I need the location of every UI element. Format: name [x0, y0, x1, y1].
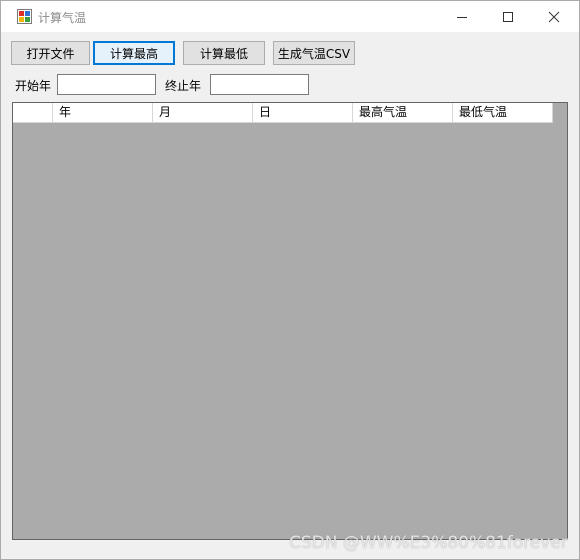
title-bar[interactable]: 计算气温	[1, 1, 579, 32]
start-year-label: 开始年	[15, 79, 52, 93]
column-header-day[interactable]: 日	[253, 103, 353, 123]
calc-max-button[interactable]: 计算最高	[93, 41, 175, 65]
column-header-year[interactable]: 年	[53, 103, 153, 123]
close-button[interactable]	[531, 1, 577, 32]
close-icon	[548, 11, 560, 22]
maximize-icon	[503, 11, 513, 22]
minimize-icon	[457, 16, 467, 18]
watermark: CSDN @WW%E3%80%81forever	[289, 533, 568, 553]
column-header-min-temp[interactable]: 最低气温	[453, 103, 553, 123]
start-year-input[interactable]	[57, 74, 156, 95]
end-year-input[interactable]	[210, 74, 309, 95]
window-title: 计算气温	[38, 11, 87, 25]
grid-corner-cell[interactable]	[13, 103, 53, 123]
minimize-button[interactable]	[439, 1, 485, 32]
column-header-max-temp[interactable]: 最高气温	[353, 103, 453, 123]
grid-header: 年 月 日 最高气温 最低气温	[13, 103, 553, 123]
open-file-button[interactable]: 打开文件	[11, 41, 90, 65]
app-icon	[17, 9, 32, 24]
calc-min-button[interactable]: 计算最低	[183, 41, 265, 65]
maximize-button[interactable]	[485, 1, 531, 32]
main-window: 计算气温 打开文件 计算最高 计算最低 生成气温CSV 开始年 终止年 年 月	[0, 0, 580, 560]
column-header-month[interactable]: 月	[153, 103, 253, 123]
end-year-label: 终止年	[165, 79, 202, 93]
data-grid[interactable]: 年 月 日 最高气温 最低气温	[12, 102, 568, 540]
generate-csv-button[interactable]: 生成气温CSV	[273, 41, 355, 65]
